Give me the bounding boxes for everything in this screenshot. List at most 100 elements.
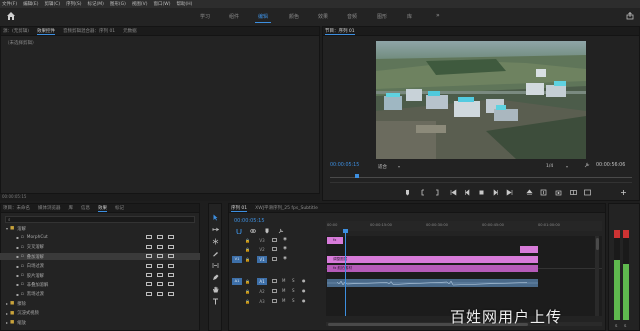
stop-icon[interactable] xyxy=(478,189,485,196)
sync-lock-icon[interactable] xyxy=(272,299,277,303)
resolution-dropdown-arrow-icon[interactable]: ▾ xyxy=(566,164,568,169)
fit-dropdown-arrow-icon[interactable]: ▾ xyxy=(398,164,400,169)
add-button-icon[interactable] xyxy=(620,189,627,196)
tab-info[interactable]: 信息 xyxy=(81,205,90,211)
pen-tool-icon[interactable] xyxy=(212,274,219,281)
type-tool-icon[interactable] xyxy=(212,298,219,305)
track-lock-icon[interactable]: 🔒 xyxy=(245,279,250,284)
program-scrubber-track[interactable] xyxy=(330,177,632,178)
tab-subtitle-sequence[interactable]: XWJ平滑序列_25 fps_Subtitle xyxy=(255,205,318,211)
menu-view[interactable]: 视图(V) xyxy=(132,1,148,7)
tab-media-browser[interactable]: 媒体浏览器 xyxy=(38,205,61,211)
timeline-vertical-scrollbar[interactable] xyxy=(595,236,599,316)
menu-help[interactable]: 帮助(H) xyxy=(176,1,192,7)
snap-icon[interactable] xyxy=(236,228,242,235)
comparison-view-icon[interactable] xyxy=(570,189,577,196)
track-target-v3[interactable]: V3 xyxy=(257,237,267,244)
track-target-v2[interactable]: V2 xyxy=(257,246,267,253)
clip-v3-end[interactable] xyxy=(520,246,538,253)
toggle-output-eye-icon[interactable]: ◉ xyxy=(283,237,287,242)
mute-button[interactable]: M xyxy=(282,298,285,303)
track-target-a1[interactable]: A1 xyxy=(257,278,267,285)
expand-arrow-icon[interactable]: ▾ xyxy=(6,226,8,231)
extract-icon[interactable] xyxy=(540,189,547,196)
step-back-icon[interactable] xyxy=(464,189,471,196)
workspace-learn[interactable]: 学习 xyxy=(200,13,210,20)
sync-lock-icon[interactable] xyxy=(272,279,277,283)
solo-button[interactable]: S xyxy=(292,298,295,303)
timeline-timecode[interactable]: 00:00:05:15 xyxy=(234,218,265,224)
linked-selection-icon[interactable] xyxy=(250,228,256,234)
razor-tool-icon[interactable] xyxy=(212,250,219,257)
track-lock-icon[interactable]: 🔒 xyxy=(245,247,250,252)
clip-a1-audio[interactable] xyxy=(327,279,538,287)
workspace-graphics[interactable]: 图形 xyxy=(377,13,387,20)
meter-solo-right[interactable]: S xyxy=(624,323,626,328)
sync-lock-icon[interactable] xyxy=(272,289,277,293)
zoom-scrollbar[interactable] xyxy=(330,182,632,183)
timeline-playhead-handle[interactable] xyxy=(343,229,348,233)
timeline-playhead[interactable] xyxy=(345,231,346,316)
collapsed-arrow-icon[interactable]: ▸ xyxy=(6,301,8,306)
toggle-output-eye-icon[interactable]: ◉ xyxy=(283,256,287,261)
menu-sequence[interactable]: 序列(S) xyxy=(66,1,81,7)
go-to-out-icon[interactable] xyxy=(506,189,513,196)
add-marker-timeline-icon[interactable] xyxy=(264,228,270,234)
program-playhead[interactable] xyxy=(355,174,359,178)
program-timecode[interactable]: 00:00:05:15 xyxy=(330,163,359,168)
effect-item[interactable]: ▪ ▫ 黑场过渡 xyxy=(0,291,200,298)
solo-button[interactable]: S xyxy=(292,278,295,283)
export-icon[interactable] xyxy=(626,11,634,20)
go-to-in-icon[interactable] xyxy=(450,189,457,196)
settings-wrench-icon[interactable] xyxy=(584,162,590,168)
mark-out-icon[interactable] xyxy=(433,189,440,196)
selection-tool-icon[interactable] xyxy=(212,214,219,221)
timeline-settings-icon[interactable] xyxy=(278,228,284,234)
clip-v3-fx[interactable]: fx xyxy=(327,237,343,244)
workspace-assembly[interactable]: 组件 xyxy=(229,13,239,20)
voiceover-record-icon[interactable]: ● xyxy=(302,288,306,293)
effect-item[interactable]: ▪ ▫ 交叉溶解 xyxy=(0,244,200,251)
effect-item[interactable]: ▸ ■ 沉浸式视频 xyxy=(0,310,200,317)
voiceover-record-icon[interactable]: ● xyxy=(302,298,306,303)
track-lock-icon[interactable]: 🔒 xyxy=(245,289,250,294)
clip-v1-aerial[interactable]: fx 航拍素材 xyxy=(327,265,538,272)
workspace-color[interactable]: 颜色 xyxy=(289,13,299,20)
solo-button[interactable]: S xyxy=(292,288,295,293)
effect-item[interactable]: ▪ ▫ MorphCut xyxy=(0,234,200,241)
add-marker-icon[interactable] xyxy=(404,189,411,196)
fit-dropdown[interactable]: 适合 xyxy=(378,164,387,170)
effects-search-input[interactable]: ⌕ xyxy=(5,216,195,223)
tab-audio-clip-mixer[interactable]: 音频剪辑混合器：序列 01 xyxy=(63,28,115,34)
ripple-edit-tool-icon[interactable] xyxy=(212,238,219,245)
meter-solo-left[interactable]: S xyxy=(615,323,617,328)
tab-sequence-01[interactable]: 序列 01 xyxy=(231,205,248,212)
sync-lock-icon[interactable] xyxy=(272,247,277,251)
tab-markers[interactable]: 标记 xyxy=(115,205,124,211)
effect-item[interactable]: ▪ ▫ 白场过渡 xyxy=(0,263,200,270)
menu-edit[interactable]: 编辑(E) xyxy=(23,1,38,7)
program-video-frame[interactable] xyxy=(376,41,586,159)
step-forward-icon[interactable] xyxy=(492,189,499,196)
workspace-effects[interactable]: 效果 xyxy=(318,13,328,20)
timeline-ruler[interactable] xyxy=(326,221,602,231)
vr-video-icon[interactable] xyxy=(584,189,591,196)
track-lock-icon[interactable]: 🔒 xyxy=(245,299,250,304)
mute-button[interactable]: M xyxy=(282,288,285,293)
sync-lock-icon[interactable] xyxy=(272,257,277,261)
mute-button[interactable]: M xyxy=(282,278,285,283)
workspace-editing[interactable]: 编辑 xyxy=(258,13,268,20)
track-lock-icon[interactable]: 🔒 xyxy=(245,238,250,243)
track-target-v1[interactable]: V1 xyxy=(257,256,267,263)
track-target-a2[interactable]: A2 xyxy=(257,288,267,295)
effect-item[interactable]: ▪ ▫ 非叠加溶解 xyxy=(0,281,200,288)
resolution-dropdown[interactable]: 1/4 xyxy=(546,164,553,169)
clip-v2-adjustment-layer[interactable]: 调整图层 xyxy=(327,256,538,263)
workspace-audio[interactable]: 音频 xyxy=(347,13,357,20)
menu-clip[interactable]: 剪辑(C) xyxy=(44,1,60,7)
effect-item[interactable]: ▪ ▫ 叠加溶解 xyxy=(0,253,200,261)
more-workspaces-icon[interactable]: » xyxy=(436,12,440,19)
source-patch[interactable]: A1 xyxy=(232,278,242,285)
source-patch[interactable]: V1 xyxy=(232,256,242,263)
track-lock-icon[interactable]: 🔒 xyxy=(245,257,250,262)
